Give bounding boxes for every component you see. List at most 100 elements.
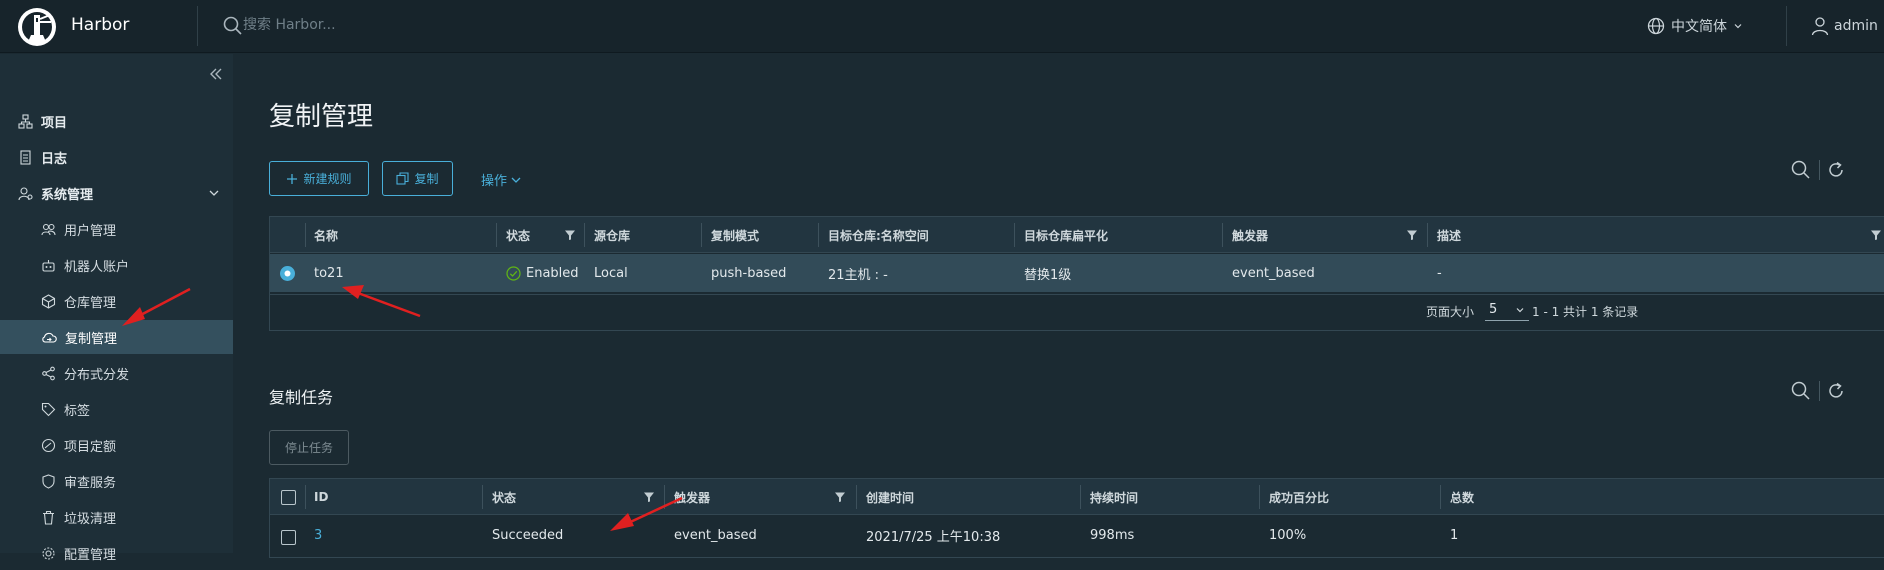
sidebar-item-interrogation-services[interactable]: 审查服务 xyxy=(0,464,233,498)
column-id[interactable]: ID xyxy=(314,479,328,515)
settings-icon xyxy=(42,546,55,560)
copy-icon xyxy=(396,172,410,185)
row-radio-selected[interactable] xyxy=(279,265,296,282)
sidebar-item-label: 分布式分发 xyxy=(64,367,130,383)
sidebar-item-registries[interactable]: 仓库管理 xyxy=(0,284,233,318)
user-menu[interactable]: admin xyxy=(1811,14,1884,38)
sidebar-item-users[interactable]: 用户管理 xyxy=(0,212,233,246)
page-size-label: 页面大小 xyxy=(1426,305,1475,319)
page-size-value: 5 xyxy=(1489,302,1498,317)
sidebar-item-configuration[interactable]: 配置管理 xyxy=(0,536,233,570)
refresh-icon[interactable] xyxy=(1825,380,1847,402)
sidebar-item-label: 项目定额 xyxy=(64,439,117,455)
tag-icon xyxy=(41,402,56,416)
rule-name[interactable]: to21 xyxy=(314,254,344,292)
rule-mode: push-based xyxy=(711,265,787,281)
toolbar-divider xyxy=(1819,160,1820,180)
sidebar-item-administration[interactable]: 系统管理 xyxy=(0,176,233,210)
task-trigger: event_based xyxy=(674,527,757,543)
rule-status-label: Enabled xyxy=(526,265,579,281)
trash-icon xyxy=(43,510,54,525)
table-header: 名称 状态 源仓库 复制模式 目标仓库:名称空间 目标仓库扁平化 触发器 描述 xyxy=(270,217,1884,253)
column-status[interactable]: 状态 xyxy=(492,479,516,515)
row-checkbox[interactable] xyxy=(281,530,296,545)
table-header: ID 状态 触发器 创建时间 持续时间 成功百分比 总数 xyxy=(270,479,1884,515)
select-all-checkbox[interactable] xyxy=(281,490,296,505)
task-duration: 998ms xyxy=(1090,527,1135,543)
header-bar: Harbor 中文简体 admin xyxy=(0,0,1884,53)
rule-description: - xyxy=(1437,265,1442,281)
sidebar-item-label: 系统管理 xyxy=(41,187,94,203)
search-icon[interactable] xyxy=(1790,380,1812,402)
chevron-down-icon xyxy=(1734,24,1742,29)
admin-icon xyxy=(18,186,33,200)
filter-icon[interactable] xyxy=(1406,229,1418,241)
sidebar-item-distributions[interactable]: 分布式分发 xyxy=(0,356,233,390)
column-duration[interactable]: 持续时间 xyxy=(1090,479,1138,515)
collapse-sidebar-icon[interactable] xyxy=(206,64,226,84)
column-success-rate[interactable]: 成功百分比 xyxy=(1269,479,1329,515)
search-icon[interactable] xyxy=(222,14,244,36)
user-icon xyxy=(1811,17,1829,36)
replication-tasks-table: ID 状态 触发器 创建时间 持续时间 成功百分比 总数 3 Succeeded… xyxy=(269,478,1884,558)
sidebar-item-logs[interactable]: 日志 xyxy=(0,140,233,174)
search-input[interactable] xyxy=(243,13,543,37)
table-footer: 页面大小 5 1 - 1 共计 1 条记录 xyxy=(270,294,1884,326)
share-icon xyxy=(42,366,55,380)
table-row[interactable]: to21 Enabled Local push-based 21主机 : - 替… xyxy=(270,254,1884,292)
column-flattening[interactable]: 目标仓库扁平化 xyxy=(1024,217,1108,253)
rule-destination: 21主机 : - xyxy=(828,267,888,283)
page-size-select[interactable]: 5 xyxy=(1485,299,1529,321)
rule-status: Enabled xyxy=(506,254,579,292)
column-creation-time[interactable]: 创建时间 xyxy=(866,479,914,515)
column-source[interactable]: 源仓库 xyxy=(594,217,630,253)
filter-icon[interactable] xyxy=(643,491,655,503)
search-icon[interactable] xyxy=(1790,159,1812,181)
column-total[interactable]: 总数 xyxy=(1450,479,1474,515)
filter-icon[interactable] xyxy=(1870,229,1882,241)
sidebar-item-garbage-collection[interactable]: 垃圾清理 xyxy=(0,500,233,534)
sidebar-item-robot-accounts[interactable]: 机器人账户 xyxy=(0,248,233,282)
sidebar-item-replications[interactable]: 复制管理 xyxy=(0,320,233,354)
chevron-down-icon xyxy=(209,190,219,196)
refresh-icon[interactable] xyxy=(1825,159,1847,181)
column-divider xyxy=(1259,485,1260,509)
column-destination[interactable]: 目标仓库:名称空间 xyxy=(828,217,929,253)
rule-source: Local xyxy=(594,265,628,281)
column-divider xyxy=(584,223,585,247)
project-icon xyxy=(18,113,33,129)
column-description[interactable]: 描述 xyxy=(1437,217,1461,253)
table-row[interactable]: 3 Succeeded event_based 2021/7/25 上午10:3… xyxy=(270,516,1884,554)
cloud-replication-icon xyxy=(42,332,57,343)
column-mode[interactable]: 复制模式 xyxy=(711,217,759,253)
new-rule-label: 新建规则 xyxy=(303,172,352,186)
users-icon xyxy=(41,223,56,235)
sidebar-item-labels[interactable]: 标签 xyxy=(0,392,233,426)
column-divider xyxy=(482,485,483,509)
task-id-link[interactable]: 3 xyxy=(314,516,322,554)
column-divider xyxy=(1427,223,1428,247)
sidebar-item-label: 标签 xyxy=(64,403,91,419)
sidebar-item-projects[interactable]: 项目 xyxy=(0,104,233,138)
check-circle-icon xyxy=(506,265,521,281)
filter-icon[interactable] xyxy=(564,229,576,241)
sidebar-item-label: 复制管理 xyxy=(65,331,118,347)
language-selector[interactable]: 中文简体 xyxy=(1647,14,1743,38)
column-name[interactable]: 名称 xyxy=(314,217,338,253)
shield-icon xyxy=(42,473,55,489)
copy-rule-button[interactable]: 复制 xyxy=(382,161,453,196)
filter-icon[interactable] xyxy=(834,491,846,503)
language-label: 中文简体 xyxy=(1671,19,1727,35)
tasks-title: 复制任务 xyxy=(269,388,334,407)
brand-name[interactable]: Harbor xyxy=(71,15,129,35)
stop-jobs-button[interactable]: 停止任务 xyxy=(269,430,349,465)
sidebar-item-quotas[interactable]: 项目定额 xyxy=(0,428,233,462)
actions-dropdown[interactable]: 操作 xyxy=(481,170,522,189)
sidebar-item-label: 日志 xyxy=(41,151,68,167)
column-trigger[interactable]: 触发器 xyxy=(674,479,710,515)
new-rule-button[interactable]: 新建规则 xyxy=(269,161,369,196)
globe-icon xyxy=(1647,17,1665,35)
harbor-logo-icon[interactable] xyxy=(16,6,58,48)
column-status[interactable]: 状态 xyxy=(506,217,530,253)
column-trigger[interactable]: 触发器 xyxy=(1232,217,1268,253)
